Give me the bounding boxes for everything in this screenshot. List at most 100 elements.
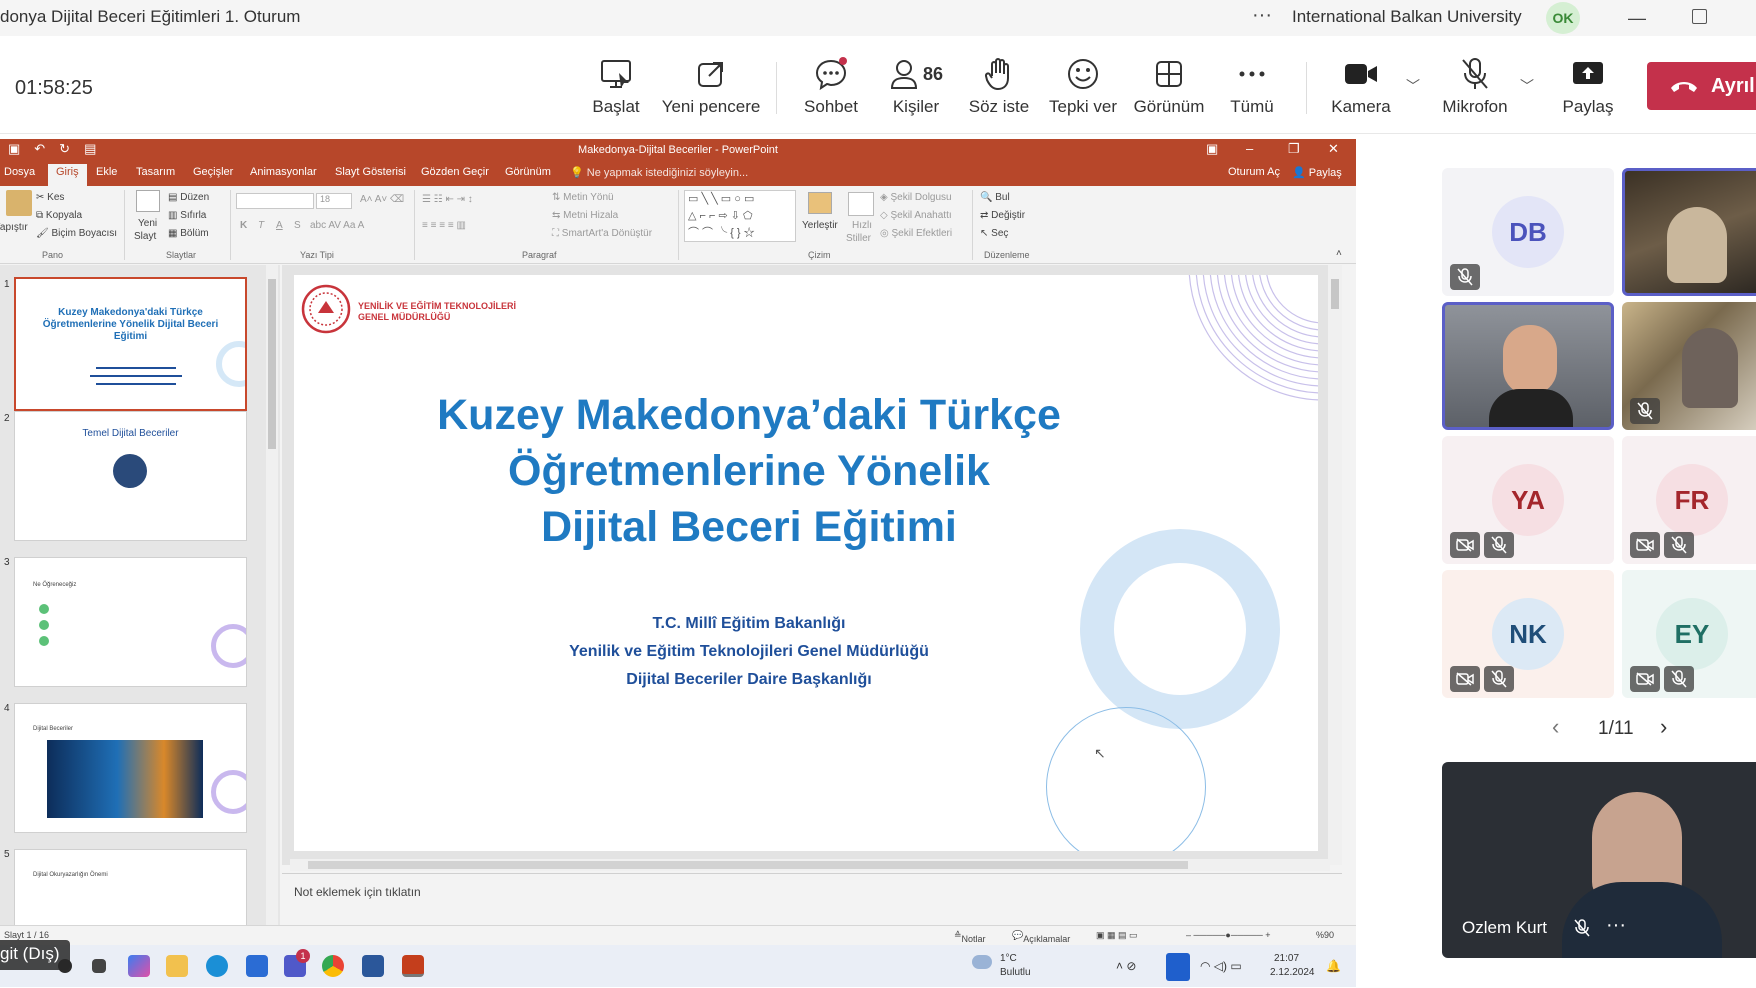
thumbnail-slide-3[interactable]: Ne Öğreneceğiz — [14, 557, 247, 687]
camera-button[interactable]: Kamera — [1328, 54, 1394, 117]
font-size-select[interactable]: 18 — [316, 193, 352, 209]
shape-effects-button[interactable]: ◎ Şekil Efektleri — [880, 228, 952, 239]
participant-tile-ey[interactable]: EY — [1622, 570, 1756, 698]
arrange-button[interactable]: Yerleştir — [802, 220, 838, 231]
clock-date[interactable]: 2.12.2024 — [1270, 967, 1315, 978]
smartart-button[interactable]: ⛶ SmartArt'a Dönüştür — [552, 228, 652, 239]
format-painter-button[interactable]: 🖌 Biçim Boyacısı — [36, 228, 117, 239]
zoom-level[interactable]: %90 — [1316, 930, 1334, 940]
share-button[interactable]: Paylaş — [1560, 54, 1616, 117]
text-direction-button[interactable]: ⇅ Metin Yönü — [552, 192, 614, 203]
mic-active-icon[interactable] — [1166, 953, 1190, 981]
tab-transitions[interactable]: Geçişler — [193, 166, 233, 178]
strikethrough-button[interactable]: S — [294, 220, 301, 231]
self-view-video[interactable]: Ozlem Kurt ··· — [1442, 762, 1756, 958]
participant-tile-nk[interactable]: NK — [1442, 570, 1614, 698]
quick-styles-button[interactable]: Hızlı — [852, 220, 872, 231]
italic-button[interactable]: T — [258, 220, 264, 231]
clock-time[interactable]: 21:07 — [1274, 953, 1299, 964]
leave-button[interactable]: Ayrıl — [1647, 62, 1756, 110]
chat-button[interactable]: Sohbet — [798, 54, 864, 117]
align-text-button[interactable]: ⇆ Metni Hizala — [552, 210, 618, 221]
thumbnail-slide-2[interactable]: Temel Dijital Beceriler — [14, 411, 247, 541]
notes-pane[interactable]: Not eklemek için tıklatın — [282, 873, 1342, 925]
tab-insert[interactable]: Ekle — [96, 166, 117, 178]
network-volume-battery-icons[interactable]: ◠ ◁) ▭ — [1200, 959, 1242, 973]
thumbnail-scrollbar[interactable] — [266, 265, 278, 925]
share-link[interactable]: 👤 Paylaş — [1292, 166, 1342, 179]
tell-me-box[interactable]: 💡 Ne yapmak istediğinizi söyleyin... — [570, 166, 748, 179]
tab-home[interactable]: Giriş — [48, 164, 87, 186]
ribbon-display-icon[interactable]: ▣ — [1206, 141, 1218, 157]
ppt-restore-icon[interactable]: ❐ — [1288, 141, 1300, 157]
participant-video-tile-3[interactable] — [1622, 302, 1756, 430]
quick-styles-icon[interactable] — [848, 192, 874, 216]
underline-button[interactable]: A — [276, 220, 283, 231]
ppt-minimize-icon[interactable]: – — [1246, 141, 1253, 156]
sign-in-link[interactable]: Oturum Aç — [1228, 166, 1280, 178]
tray-icons[interactable]: ˄ ⊘ — [1116, 959, 1136, 973]
participant-tile-fr[interactable]: FR — [1622, 436, 1756, 564]
section-button[interactable]: ▦ Bölüm — [168, 228, 209, 239]
camera-options-chevron-icon[interactable]: ﹀ — [1406, 76, 1420, 96]
tab-file[interactable]: Dosya — [4, 166, 35, 178]
select-button[interactable]: ↖ Seç — [980, 228, 1008, 239]
view-mode-icons[interactable]: ▣ ▦ ▤ ▭ — [1096, 930, 1138, 941]
scroll-thumb[interactable] — [308, 861, 1188, 869]
bullets-icons[interactable]: ☰ ☷ ⇤ ⇥ ↕ — [422, 194, 473, 205]
scroll-thumb[interactable] — [268, 279, 276, 449]
slide-scrollbar[interactable] — [1328, 265, 1342, 865]
shape-fill-button[interactable]: ◈ Şekil Dolgusu — [880, 192, 952, 203]
thumbnail-slide-4[interactable]: Dijital Beceriler — [14, 703, 247, 833]
thumbnail-slide-1[interactable]: Kuzey Makedonya'daki Türkçe Öğretmenleri… — [14, 277, 247, 411]
notifications-icon[interactable]: 🔔 — [1326, 959, 1341, 973]
tab-design[interactable]: Tasarım — [136, 166, 175, 178]
new-slide-icon[interactable] — [136, 190, 160, 212]
new-window-button[interactable]: Yeni pencere — [660, 54, 762, 117]
paste-icon[interactable] — [6, 190, 32, 216]
shapes-gallery[interactable]: ▭ ╲ ╲ ▭ ○ ▭ △ ⌐ ⌐ ⇨ ⇩ ⬠ ⌒ ⌒ ╰ { } ☆ — [684, 190, 796, 242]
alignment-icons[interactable]: ≡ ≡ ≡ ≡ ▥ — [422, 220, 466, 231]
slide-subtitle-department[interactable]: Dijital Beceriler Daire Başkanlığı — [294, 671, 1204, 689]
replace-button[interactable]: ⇄ Değiştir — [980, 210, 1025, 221]
organization-name[interactable]: International Balkan University — [1292, 7, 1522, 27]
powerpoint-icon[interactable] — [402, 955, 424, 977]
find-button[interactable]: 🔍 Bul — [980, 192, 1010, 203]
new-slide-button[interactable]: Yeni — [138, 218, 157, 229]
present-button[interactable]: Başlat — [586, 54, 646, 117]
slide-title[interactable]: Kuzey Makedonya’daki Türkçe Öğretmenleri… — [294, 387, 1204, 555]
word-icon[interactable] — [362, 955, 384, 977]
notes-toggle[interactable]: ≙ Notlar — [954, 930, 986, 944]
copilot-icon[interactable] — [128, 955, 150, 977]
thumbnail-slide-5[interactable]: Dijital Okuryazarlığın Önemi — [14, 849, 247, 929]
store-icon[interactable] — [246, 955, 268, 977]
collapse-ribbon-icon[interactable]: ˄ — [1336, 248, 1342, 259]
reset-button[interactable]: ▥ Sıfırla — [168, 210, 206, 221]
layout-button[interactable]: ▤ Düzen — [168, 192, 209, 203]
chrome-icon[interactable] — [322, 955, 344, 977]
participant-video-tile-2[interactable] — [1442, 302, 1614, 430]
scroll-thumb[interactable] — [1331, 279, 1339, 309]
next-page-chevron-icon[interactable]: › — [1660, 714, 1667, 740]
previous-page-chevron-icon[interactable]: ‹ — [1552, 714, 1559, 740]
comments-toggle[interactable]: 💬 Açıklamalar — [1012, 930, 1070, 944]
ppt-close-icon[interactable]: ✕ — [1328, 141, 1339, 157]
file-explorer-icon[interactable] — [166, 955, 188, 977]
tab-view[interactable]: Görünüm — [505, 166, 551, 178]
edge-icon[interactable] — [206, 955, 228, 977]
paste-button[interactable]: Yapıştır — [0, 222, 28, 233]
tab-animations[interactable]: Animasyonlar — [250, 166, 317, 178]
font-grow-shrink-icons[interactable]: A˄ A˅ ⌫ — [360, 194, 404, 205]
cut-button[interactable]: ✂ Kes — [36, 192, 64, 203]
task-view-icon[interactable] — [92, 959, 106, 973]
people-button[interactable]: 86 Kişiler — [880, 54, 952, 117]
view-button[interactable]: Görünüm — [1128, 54, 1210, 117]
arrange-icon[interactable] — [808, 192, 832, 214]
slide-subtitle-ministry[interactable]: T.C. Millî Eğitim Bakanlığı — [294, 615, 1204, 633]
tab-slideshow[interactable]: Slayt Gösterisi — [335, 166, 406, 178]
minimize-button[interactable]: — — [1628, 8, 1646, 29]
weather-icon[interactable] — [972, 955, 992, 969]
tab-review[interactable]: Gözden Geçir — [421, 166, 489, 178]
mic-options-chevron-icon[interactable]: ﹀ — [1520, 76, 1534, 96]
copy-button[interactable]: ⧉ Kopyala — [36, 210, 82, 221]
